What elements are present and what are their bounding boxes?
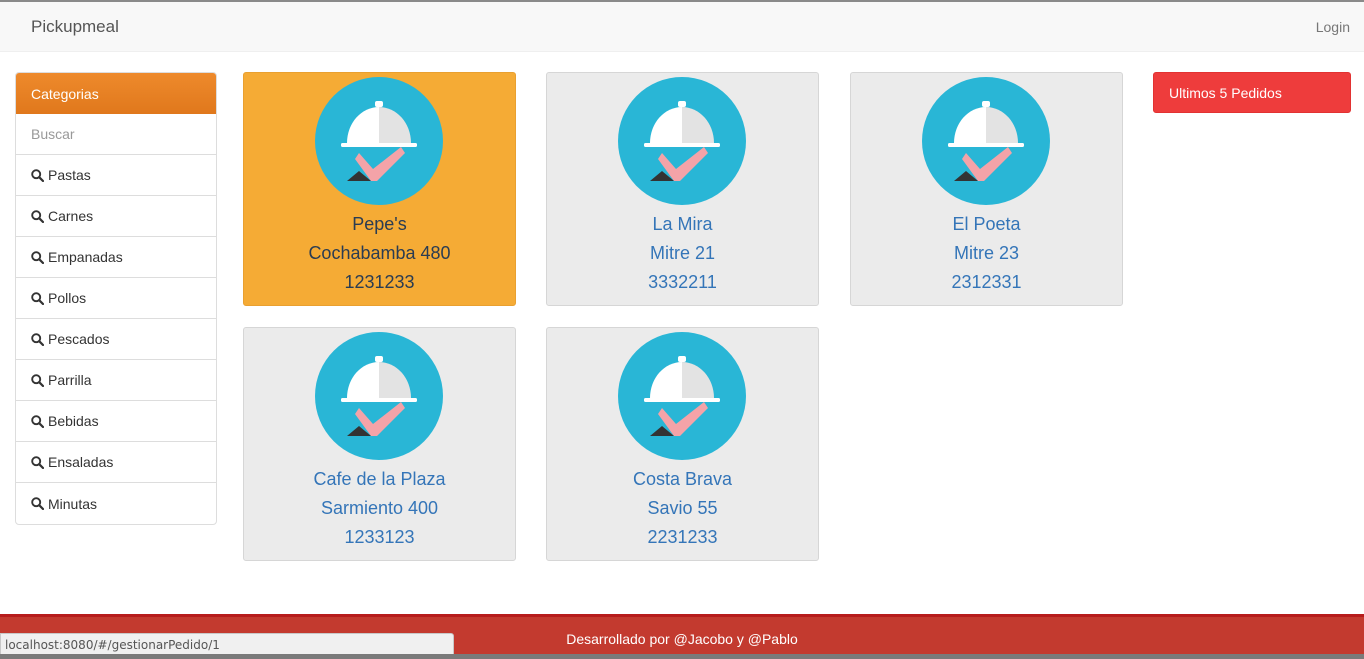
category-label: Carnes <box>48 208 94 224</box>
category-label: Empanadas <box>48 249 123 265</box>
restaurant-name: Costa Brava <box>632 469 733 489</box>
restaurant-card[interactable]: Costa Brava Savio 55 2231233 <box>546 327 819 561</box>
category-item-minutas[interactable]: Minutas <box>16 483 216 524</box>
search-icon <box>31 455 48 469</box>
serving-cloche-icon <box>922 77 1050 205</box>
restaurant-card[interactable]: El Poeta Mitre 23 2312331 <box>850 72 1123 306</box>
serving-cloche-icon <box>315 77 443 205</box>
restaurant-name: El Poeta <box>952 214 1021 234</box>
restaurant-phone: 3332211 <box>648 272 717 292</box>
restaurant-address: Savio 55 <box>647 498 718 518</box>
restaurant-phone: 2231233 <box>647 527 718 547</box>
serving-cloche-icon <box>315 332 443 460</box>
navbar: Pickupmeal Login <box>0 2 1364 52</box>
restaurant-card[interactable]: La Mira Mitre 21 3332211 <box>546 72 819 306</box>
restaurant-card[interactable]: Cafe de la Plaza Sarmiento 400 1233123 <box>243 327 516 561</box>
search-icon <box>31 373 48 387</box>
restaurant-phone: 1233123 <box>344 527 415 547</box>
category-label: Parrilla <box>48 372 92 388</box>
brand-logo[interactable]: Pickupmeal <box>31 17 119 37</box>
category-list: Pastas Carnes Empanadas Pollos Pescados Parri… <box>16 155 216 524</box>
category-item-bebidas[interactable]: Bebidas <box>16 401 216 442</box>
restaurant-address: Cochabamba 480 <box>308 243 451 263</box>
restaurant-address: Mitre 23 <box>953 243 1020 263</box>
category-item-carnes[interactable]: Carnes <box>16 196 216 237</box>
category-item-pollos[interactable]: Pollos <box>16 278 216 319</box>
search-icon <box>31 414 48 428</box>
login-link[interactable]: Login <box>1316 19 1350 35</box>
search-icon <box>31 497 48 510</box>
category-label: Pollos <box>48 290 87 306</box>
restaurant-card[interactable]: Pepe's Cochabamba 480 1231233 <box>243 72 516 306</box>
search-icon <box>31 332 48 346</box>
search-icon <box>31 168 48 182</box>
search-icon <box>31 291 48 305</box>
category-label: Minutas <box>48 495 98 512</box>
restaurant-address: Mitre 21 <box>649 243 716 263</box>
categories-panel: Categorias Pastas Carnes Empanadas Pollos Pe… <box>15 72 217 525</box>
category-item-pescados[interactable]: Pescados <box>16 319 216 360</box>
search-icon <box>31 250 48 264</box>
last-orders-panel[interactable]: Ultimos 5 Pedidos <box>1153 72 1351 113</box>
category-label: Pescados <box>48 331 110 347</box>
search-row <box>16 114 216 155</box>
categories-header: Categorias <box>16 73 216 114</box>
taskbar-strip <box>0 654 1364 659</box>
restaurant-name: Cafe de la Plaza <box>313 469 446 489</box>
search-icon <box>31 209 48 223</box>
category-item-parrilla[interactable]: Parrilla <box>16 360 216 401</box>
category-item-ensaladas[interactable]: Ensaladas <box>16 442 216 483</box>
browser-status-bar: localhost:8080/#/gestionarPedido/1 <box>0 633 454 656</box>
restaurant-name: Pepe's <box>352 214 407 234</box>
category-label: Pastas <box>48 167 91 183</box>
serving-cloche-icon <box>618 77 746 205</box>
category-label: Ensaladas <box>48 454 114 470</box>
category-label: Bebidas <box>48 413 99 429</box>
restaurant-address: Sarmiento 400 <box>320 498 439 518</box>
search-input[interactable] <box>16 114 216 154</box>
category-item-pastas[interactable]: Pastas <box>16 155 216 196</box>
restaurant-name: La Mira <box>652 214 713 234</box>
category-item-empanadas[interactable]: Empanadas <box>16 237 216 278</box>
restaurant-phone: 2312331 <box>951 272 1022 292</box>
restaurant-phone: 1231233 <box>344 272 415 292</box>
serving-cloche-icon <box>618 332 746 460</box>
